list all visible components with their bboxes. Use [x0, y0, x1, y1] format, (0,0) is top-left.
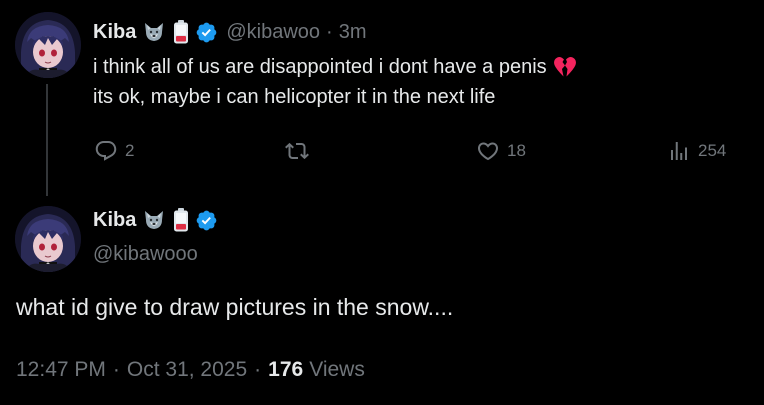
like-count: 18 — [507, 141, 526, 160]
reply-button[interactable]: 2 — [94, 136, 134, 166]
views-button[interactable]: 254 — [667, 136, 726, 166]
views-label: Views — [309, 358, 365, 381]
timestamp-date[interactable]: Oct 31, 2025 — [127, 358, 247, 382]
avatar[interactable] — [15, 12, 81, 78]
low-battery-icon — [172, 19, 190, 45]
relative-time[interactable]: 3m — [339, 21, 367, 44]
tweet-meta: 12:47 PM · Oct 31, 2025 · 176 Views — [16, 358, 365, 382]
low-battery-icon — [172, 207, 190, 233]
tweet-text-line: i think all of us are disappointed i don… — [93, 52, 577, 82]
display-name[interactable]: Kiba — [93, 209, 136, 232]
timestamp-time[interactable]: 12:47 PM — [16, 358, 106, 382]
tweet-text-line-1: i think all of us are disappointed i don… — [93, 56, 547, 78]
thread-connector-line — [46, 84, 48, 196]
heart-icon — [476, 139, 500, 163]
tweet-text-line: its ok, maybe i can helicopter it in the… — [93, 82, 577, 112]
retweet-button[interactable] — [285, 136, 316, 166]
tweet-header: Kiba — [93, 206, 218, 234]
tweet-text: what id give to draw pictures in the sno… — [16, 294, 454, 320]
views-count: 176 — [268, 358, 304, 381]
separator-dot: · — [112, 358, 120, 381]
handle[interactable]: @kibawooo — [93, 243, 198, 266]
analytics-icon — [667, 139, 691, 163]
reply-count: 2 — [125, 141, 135, 160]
separator-dot: · — [254, 358, 262, 381]
tweet-text-line-2: its ok, maybe i can helicopter it in the… — [93, 86, 496, 108]
verified-badge-icon[interactable] — [195, 21, 218, 44]
display-name[interactable]: Kiba — [93, 21, 136, 44]
wolf-face-icon — [142, 208, 166, 232]
separator-dot: · — [326, 20, 333, 43]
avatar-image — [15, 206, 81, 272]
avatar-image — [15, 12, 81, 78]
wolf-face-icon — [142, 20, 166, 44]
view-count: 254 — [698, 141, 727, 160]
tweet-text: i think all of us are disappointed i don… — [93, 52, 577, 112]
tweet-header: Kiba @kibawoo · 3m — [93, 18, 367, 46]
retweet-icon — [285, 139, 309, 163]
reply-icon — [94, 139, 118, 163]
broken-heart-icon — [553, 56, 577, 78]
verified-badge-icon[interactable] — [195, 209, 218, 232]
handle[interactable]: @kibawoo — [226, 21, 320, 44]
like-button[interactable]: 18 — [476, 136, 526, 166]
avatar[interactable] — [15, 206, 81, 272]
